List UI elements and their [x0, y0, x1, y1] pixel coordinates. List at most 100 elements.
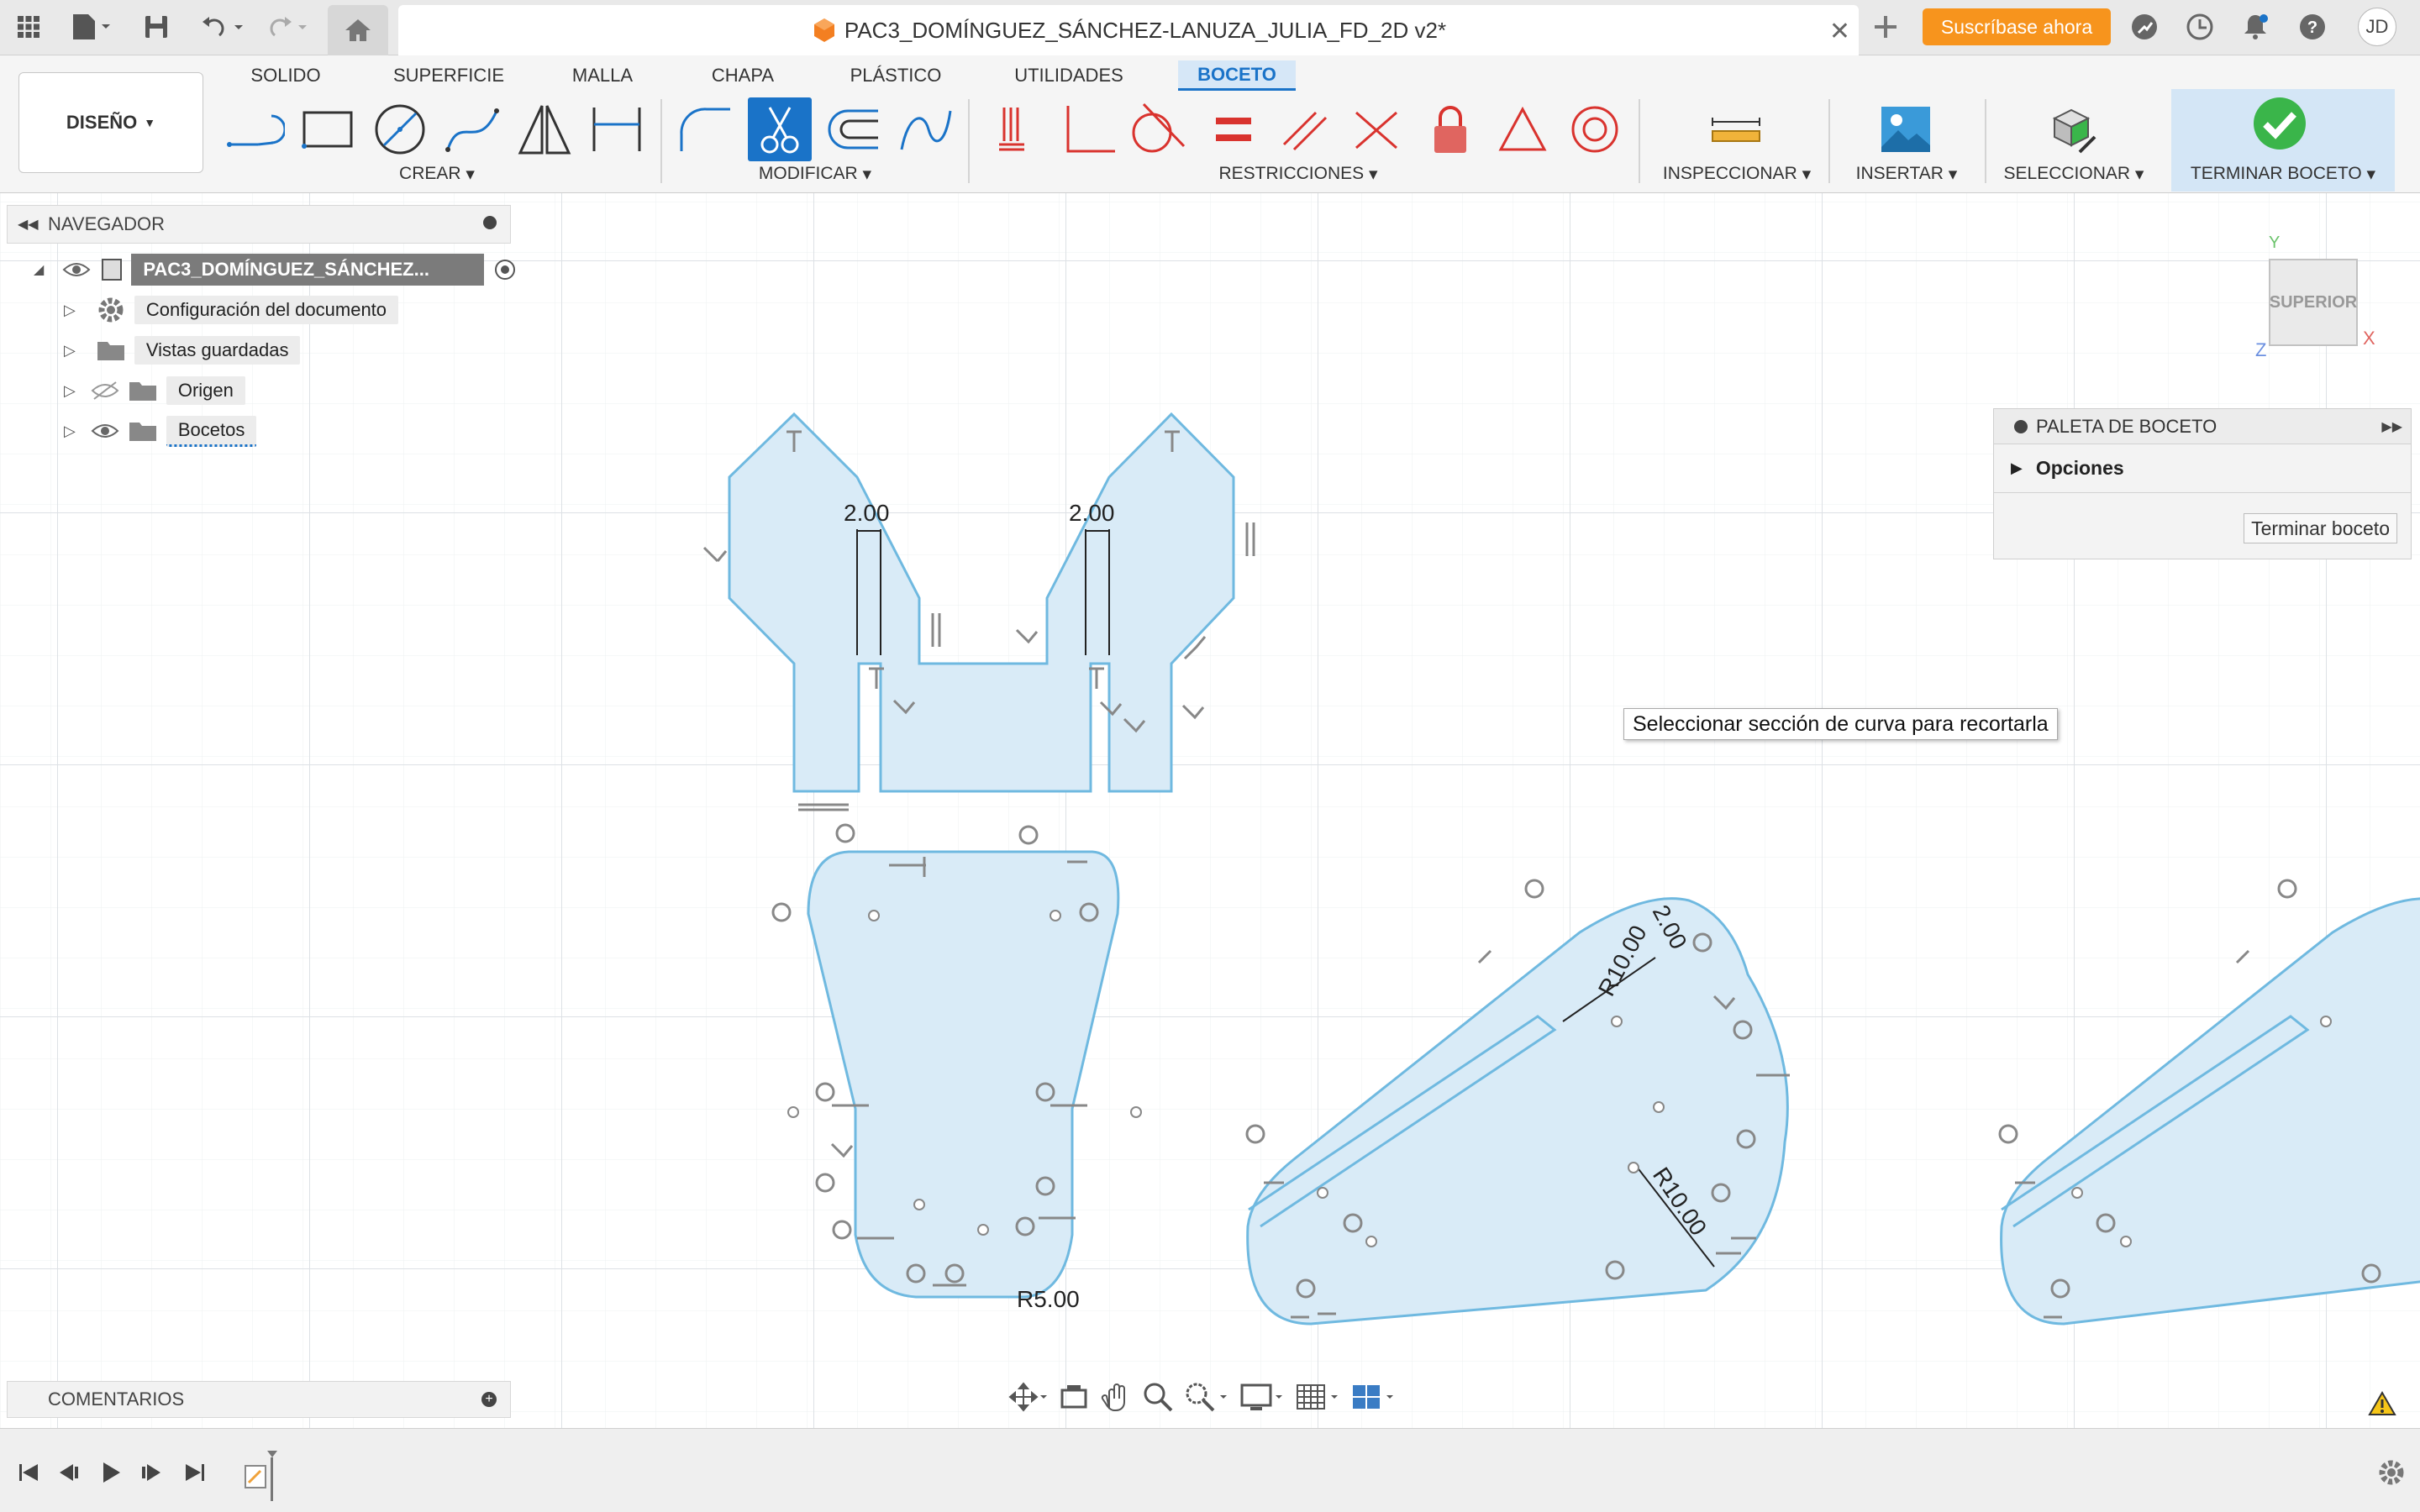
- zoom-icon[interactable]: [1141, 1380, 1175, 1414]
- save-icon[interactable]: [139, 8, 173, 46]
- warning-icon[interactable]: [2368, 1391, 2396, 1416]
- timeline-last-icon[interactable]: [178, 1456, 212, 1489]
- timeline-first-icon[interactable]: [12, 1456, 45, 1489]
- select-tool[interactable]: [2039, 97, 2102, 161]
- circle-tool[interactable]: [368, 97, 432, 161]
- triangle-constraint[interactable]: [1491, 97, 1555, 161]
- browser-item-origin[interactable]: ▷ Origen: [64, 373, 245, 408]
- activate-radio-icon[interactable]: [492, 257, 518, 282]
- group-finish[interactable]: TERMINAR BOCETO ▾: [2178, 161, 2388, 186]
- fix-constraint[interactable]: [1418, 97, 1482, 161]
- close-icon[interactable]: ✕: [1829, 17, 1850, 46]
- tab-superficie[interactable]: SUPERFICIE: [388, 60, 509, 91]
- help-icon[interactable]: ?: [2294, 8, 2331, 46]
- job-status-icon[interactable]: [2181, 8, 2218, 46]
- collapse-panel-icon[interactable]: ◀◀: [18, 216, 39, 233]
- tab-boceto[interactable]: BOCETO: [1178, 60, 1296, 91]
- dimension-label[interactable]: R5.00: [1017, 1286, 1080, 1312]
- sketch-profile-body[interactable]: [807, 850, 1120, 1299]
- perpendicular-constraint[interactable]: [1057, 97, 1121, 161]
- viewcube[interactable]: SUPERIOR: [2269, 259, 2358, 346]
- check-icon: [2252, 96, 2307, 151]
- measure-tool[interactable]: [1704, 97, 1768, 161]
- expand-triangle-icon[interactable]: ▷: [64, 423, 76, 440]
- tab-plastico[interactable]: PLÁSTICO: [844, 60, 948, 91]
- undo-icon[interactable]: [198, 8, 250, 46]
- timeline-play-icon[interactable]: [94, 1456, 128, 1489]
- expand-triangle-icon[interactable]: ▷: [64, 302, 76, 319]
- expand-triangle-icon[interactable]: ▷: [64, 382, 76, 400]
- display-settings-icon[interactable]: [1239, 1380, 1286, 1414]
- look-at-icon[interactable]: [1057, 1380, 1091, 1414]
- expand-panel-icon[interactable]: ▶▶: [2381, 418, 2402, 435]
- mirror-tool[interactable]: [513, 97, 576, 161]
- new-tab-icon[interactable]: [1867, 8, 1904, 46]
- insert-image-tool[interactable]: [1874, 97, 1938, 161]
- extend-tool[interactable]: [894, 97, 958, 161]
- browser-root[interactable]: ◢ PAC3_DOMÍNGUEZ_SÁNCHEZ...: [34, 252, 518, 287]
- timeline-sketch-feature[interactable]: [240, 1449, 291, 1503]
- file-menu-icon[interactable]: [67, 8, 114, 46]
- dimension-tool[interactable]: [585, 97, 649, 161]
- palette-header[interactable]: PALETA DE BOCETO ▶▶: [1994, 409, 2411, 444]
- dimension-label[interactable]: 2.00: [844, 500, 890, 526]
- eye-icon[interactable]: [91, 421, 119, 441]
- collapse-icon[interactable]: [2014, 419, 2028, 433]
- equal-constraint[interactable]: [1202, 97, 1265, 161]
- offset-tool[interactable]: [822, 97, 886, 161]
- group-select[interactable]: SELECCIONAR ▾: [1998, 161, 2149, 186]
- subscribe-button[interactable]: Suscríbase ahora: [1923, 8, 2111, 45]
- collapse-triangle-icon[interactable]: ◢: [34, 261, 44, 278]
- group-insert[interactable]: INSERTAR ▾: [1844, 161, 1970, 186]
- rectangle-tool[interactable]: [296, 97, 360, 161]
- pan-hand-icon[interactable]: [1099, 1380, 1133, 1414]
- group-modify[interactable]: MODIFICAR ▾: [739, 161, 891, 186]
- browser-item-sketches[interactable]: ▷ Bocetos: [64, 413, 257, 449]
- expand-triangle-icon[interactable]: ▷: [64, 342, 76, 360]
- symmetry-constraint[interactable]: [1344, 97, 1408, 161]
- sketch-geometry[interactable]: 2.00 2.00 R5.00 R10.00 2.00 R10.00: [0, 193, 2420, 1428]
- timeline-next-icon[interactable]: [134, 1456, 168, 1489]
- app-grid-icon[interactable]: [12, 8, 45, 46]
- eye-icon[interactable]: [62, 260, 91, 280]
- palette-section-options[interactable]: ▶ Opciones: [1994, 444, 2411, 493]
- tab-chapa[interactable]: CHAPA: [704, 60, 781, 91]
- trim-tool[interactable]: [748, 97, 812, 161]
- document-tab[interactable]: PAC3_DOMÍNGUEZ_SÁNCHEZ-LANUZA_JULIA_FD_2…: [398, 5, 1859, 55]
- dimension-label[interactable]: 2.00: [1069, 500, 1115, 526]
- extensions-icon[interactable]: [2126, 8, 2163, 46]
- finish-sketch-button[interactable]: Terminar boceto: [2244, 513, 2397, 543]
- redo-icon[interactable]: [262, 8, 314, 46]
- notifications-icon[interactable]: [2237, 8, 2274, 46]
- grid-settings-icon[interactable]: [1294, 1380, 1341, 1414]
- comments-panel[interactable]: COMENTARIOS +: [7, 1381, 511, 1418]
- group-inspect[interactable]: INSPECCIONAR ▾: [1659, 161, 1815, 186]
- gear-icon[interactable]: [2376, 1457, 2407, 1488]
- orbit-icon[interactable]: [1008, 1380, 1049, 1414]
- group-create[interactable]: CREAR ▾: [378, 161, 496, 186]
- user-avatar[interactable]: JD: [2358, 8, 2396, 46]
- fillet-tool[interactable]: [674, 97, 738, 161]
- browser-item-saved-views[interactable]: ▷ Vistas guardadas: [64, 333, 301, 368]
- concentric-constraint[interactable]: [1563, 97, 1627, 161]
- coincident-constraint[interactable]: [985, 97, 1049, 161]
- workspace-switcher[interactable]: DISEÑO ▼: [18, 72, 203, 173]
- eye-hidden-icon[interactable]: [91, 381, 119, 401]
- viewports-icon[interactable]: [1349, 1380, 1397, 1414]
- sketch-canvas[interactable]: 2.00 2.00 R5.00 R10.00 2.00 R10.00: [0, 193, 2420, 1428]
- tab-utilidades[interactable]: UTILIDADES: [1007, 60, 1131, 91]
- tab-malla[interactable]: MALLA: [565, 60, 640, 91]
- timeline-prev-icon[interactable]: [52, 1456, 86, 1489]
- tab-solido[interactable]: SOLIDO: [237, 60, 334, 91]
- browser-item-settings[interactable]: ▷ Configuración del documento: [64, 292, 399, 328]
- home-tab[interactable]: [328, 5, 388, 55]
- line-tool[interactable]: [224, 97, 287, 161]
- panel-options-icon[interactable]: [483, 216, 497, 229]
- browser-panel-header[interactable]: ◀◀ NAVEGADOR: [7, 205, 511, 244]
- tangent-constraint[interactable]: [1124, 97, 1188, 161]
- zoom-window-icon[interactable]: [1183, 1380, 1230, 1414]
- add-comment-icon[interactable]: +: [481, 1392, 497, 1407]
- parallel-constraint[interactable]: [1272, 97, 1336, 161]
- spline-tool[interactable]: [440, 97, 504, 161]
- group-constraints[interactable]: RESTRICCIONES ▾: [1210, 161, 1386, 186]
